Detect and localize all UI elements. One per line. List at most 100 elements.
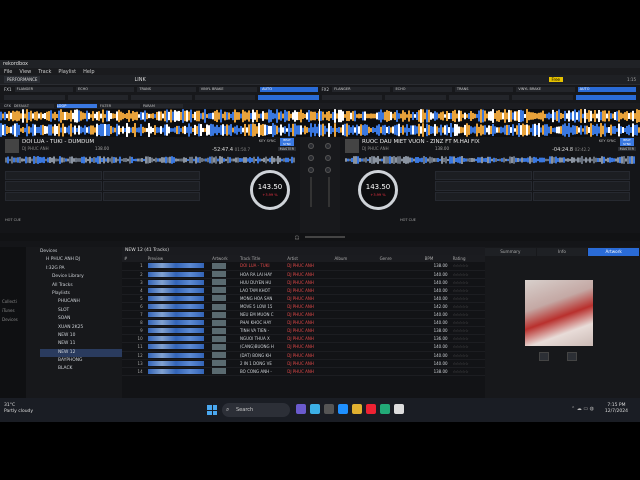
deck1-pad[interactable] xyxy=(5,171,102,181)
preview-waveform[interactable] xyxy=(147,352,204,358)
fx1-param-4[interactable] xyxy=(194,95,255,100)
deck1-beat-sync[interactable]: BEAT SYNC xyxy=(280,138,294,146)
col-number[interactable]: # xyxy=(122,255,146,262)
fx2-slot-3[interactable]: TRANS xyxy=(454,87,514,92)
tree-item[interactable]: All Tracks xyxy=(40,282,122,290)
preview-waveform[interactable] xyxy=(147,263,204,269)
taskbar-clock[interactable]: 7:15 PM 12/7/2024 xyxy=(605,403,628,415)
deck2-jog-wheel[interactable]: 143.50 +3.99 % xyxy=(358,170,398,210)
fx2-slot-2[interactable]: ECHO xyxy=(393,87,452,92)
app-icon[interactable] xyxy=(380,404,390,414)
fx2-param-5[interactable] xyxy=(575,95,636,100)
col-artwork[interactable]: Artwork xyxy=(210,255,238,262)
tree-item[interactable]: SLOT xyxy=(40,307,122,315)
fx1-param-1[interactable] xyxy=(4,95,65,100)
tab-summary[interactable]: Summary xyxy=(485,248,536,256)
deck1-pad[interactable] xyxy=(103,171,200,181)
cfx-default[interactable]: DEFAULT xyxy=(13,104,54,108)
deck2-pad[interactable] xyxy=(435,191,532,201)
preview-waveform[interactable] xyxy=(147,295,204,301)
tree-item[interactable]: H PHUC ANH DJ xyxy=(40,256,122,264)
preview-waveform[interactable] xyxy=(147,344,204,350)
mixer-knob[interactable] xyxy=(308,155,314,161)
table-row[interactable]: 4 LAO TAM KHOT DJ PHUC ANH 140.00 ☆☆☆☆☆ xyxy=(122,286,485,295)
preview-waveform[interactable] xyxy=(147,279,204,285)
weather-widget[interactable]: 31°C Partly cloudy xyxy=(4,403,33,415)
plan-badge[interactable]: Free xyxy=(548,77,564,82)
deck2-key-sync[interactable]: KEY SYNC xyxy=(599,139,616,143)
mixer-knob[interactable] xyxy=(308,143,314,149)
windows-start-icon[interactable] xyxy=(207,405,217,415)
tab-info[interactable]: Info xyxy=(536,248,588,256)
deck2-beat-sync[interactable]: BEAT SYNC xyxy=(620,138,634,146)
fx1-slot-4[interactable]: VINYL BRAKE xyxy=(198,87,258,92)
deck1-zoom-waveform[interactable] xyxy=(0,109,640,123)
menu-view[interactable]: View xyxy=(19,69,31,75)
preview-waveform[interactable] xyxy=(147,304,204,310)
table-row[interactable]: 12 (DAT) BONG KH DJ PHUC ANH 140.00 ☆☆☆☆☆ xyxy=(122,351,485,360)
fx1-auto-button[interactable]: AUTO xyxy=(260,87,319,92)
deck1-jog-wheel[interactable]: 143.50 +3.99 % xyxy=(250,170,290,210)
table-row[interactable]: 10 NGUOI THUA X DJ PHUC ANH 136.00 ☆☆☆☆☆ xyxy=(122,334,485,344)
deck1-pad[interactable] xyxy=(5,191,102,201)
app-icon[interactable] xyxy=(366,404,376,414)
fx2-param-2[interactable] xyxy=(385,95,446,100)
deck1-pad[interactable] xyxy=(103,191,200,201)
app-icon[interactable] xyxy=(338,404,348,414)
tree-itunes-label[interactable]: iTunes xyxy=(2,308,15,313)
deck2-pad[interactable] xyxy=(533,191,630,201)
tree-item[interactable]: NEW 10 xyxy=(40,332,122,340)
deck1-master[interactable]: MASTER xyxy=(277,147,296,151)
save-artwork-button[interactable] xyxy=(539,352,549,361)
mixer-knob[interactable] xyxy=(325,155,331,161)
rekordbox-taskbar-icon[interactable] xyxy=(394,404,404,414)
delete-artwork-button[interactable] xyxy=(567,352,577,361)
table-row[interactable]: 2 HOA RA LAI HAY DJ PHUC ANH 140.00 ☆☆☆☆☆ xyxy=(122,270,485,279)
tree-collection-label[interactable]: Collecti xyxy=(2,299,17,304)
fx1-param-3[interactable] xyxy=(131,95,192,100)
table-row[interactable]: 8 PHAI KHOC HAY DJ PHUC ANH 140.00 ☆☆☆☆☆ xyxy=(122,318,485,328)
col-rating[interactable]: Rating xyxy=(450,255,485,262)
table-row[interactable]: 6 MOVE 5 LOW 15 DJ PHUC ANH 142.00 ☆☆☆☆☆ xyxy=(122,302,485,312)
table-row[interactable]: 9 TINH VA TIEN - DJ PHUC ANH 138.00 ☆☆☆☆☆ xyxy=(122,326,485,336)
tree-item[interactable]: BAYPHONG xyxy=(40,357,122,365)
preview-waveform[interactable] xyxy=(147,271,204,277)
mode-selector[interactable]: PERFORMANCE xyxy=(4,76,41,83)
menu-help[interactable]: Help xyxy=(83,69,94,75)
tree-item[interactable]: I:32G PA xyxy=(40,265,122,273)
deck2-pad[interactable] xyxy=(435,171,532,181)
tree-item[interactable]: BLACK xyxy=(40,365,122,373)
deck2-zoom-waveform[interactable] xyxy=(0,123,640,137)
col-album[interactable]: Album xyxy=(332,255,378,262)
tree-item[interactable]: SOAN xyxy=(40,315,122,323)
preview-waveform[interactable] xyxy=(147,312,204,318)
tree-item[interactable]: Device Library xyxy=(40,273,122,281)
table-row[interactable]: 3 HUU DUYEN HU DJ PHUC ANH 140.00 ☆☆☆☆☆ xyxy=(122,278,485,287)
deck1-overview-waveform[interactable] xyxy=(5,156,295,164)
tab-artwork[interactable]: Artwork xyxy=(588,248,640,256)
channel2-fader[interactable] xyxy=(328,177,330,207)
fx1-param-5[interactable] xyxy=(258,95,319,100)
tree-devices-label[interactable]: Devices xyxy=(2,317,18,322)
table-row[interactable]: 14 BO CONG ANH - DJ PHUC ANH 138.00 ☆☆☆☆☆ xyxy=(122,367,485,376)
table-row[interactable]: 13 2 IN 1 DONG VE DJ PHUC ANH 140.00 ☆☆☆☆☆ xyxy=(122,359,485,368)
preview-waveform[interactable] xyxy=(147,328,204,334)
cfx-param[interactable]: PARAM xyxy=(142,104,183,108)
headphone-icon[interactable]: 🎧 xyxy=(295,235,300,240)
deck1-pad[interactable] xyxy=(5,181,102,191)
fx2-slot-1[interactable]: FLANGER xyxy=(332,87,391,92)
app-icon[interactable] xyxy=(310,404,320,414)
deck2-master[interactable]: MASTER xyxy=(617,147,636,151)
deck1-key-sync[interactable]: KEY SYNC xyxy=(259,139,276,143)
preview-waveform[interactable] xyxy=(147,320,204,326)
deck1-pad[interactable] xyxy=(103,181,200,191)
fx1-slot-1[interactable]: FLANGER xyxy=(14,87,73,92)
menu-playlist[interactable]: Playlist xyxy=(58,69,76,75)
system-tray[interactable]: ⌃ ☁ ▭ ◍ xyxy=(571,406,594,412)
col-genre[interactable]: Genre xyxy=(377,255,423,262)
deck2-overview-waveform[interactable] xyxy=(345,156,635,164)
taskbar-search[interactable]: ⌕ Search xyxy=(222,403,290,417)
preview-waveform[interactable] xyxy=(147,336,204,342)
tree-item[interactable]: NEW 11 xyxy=(40,340,122,348)
deck2-pad[interactable] xyxy=(533,171,630,181)
